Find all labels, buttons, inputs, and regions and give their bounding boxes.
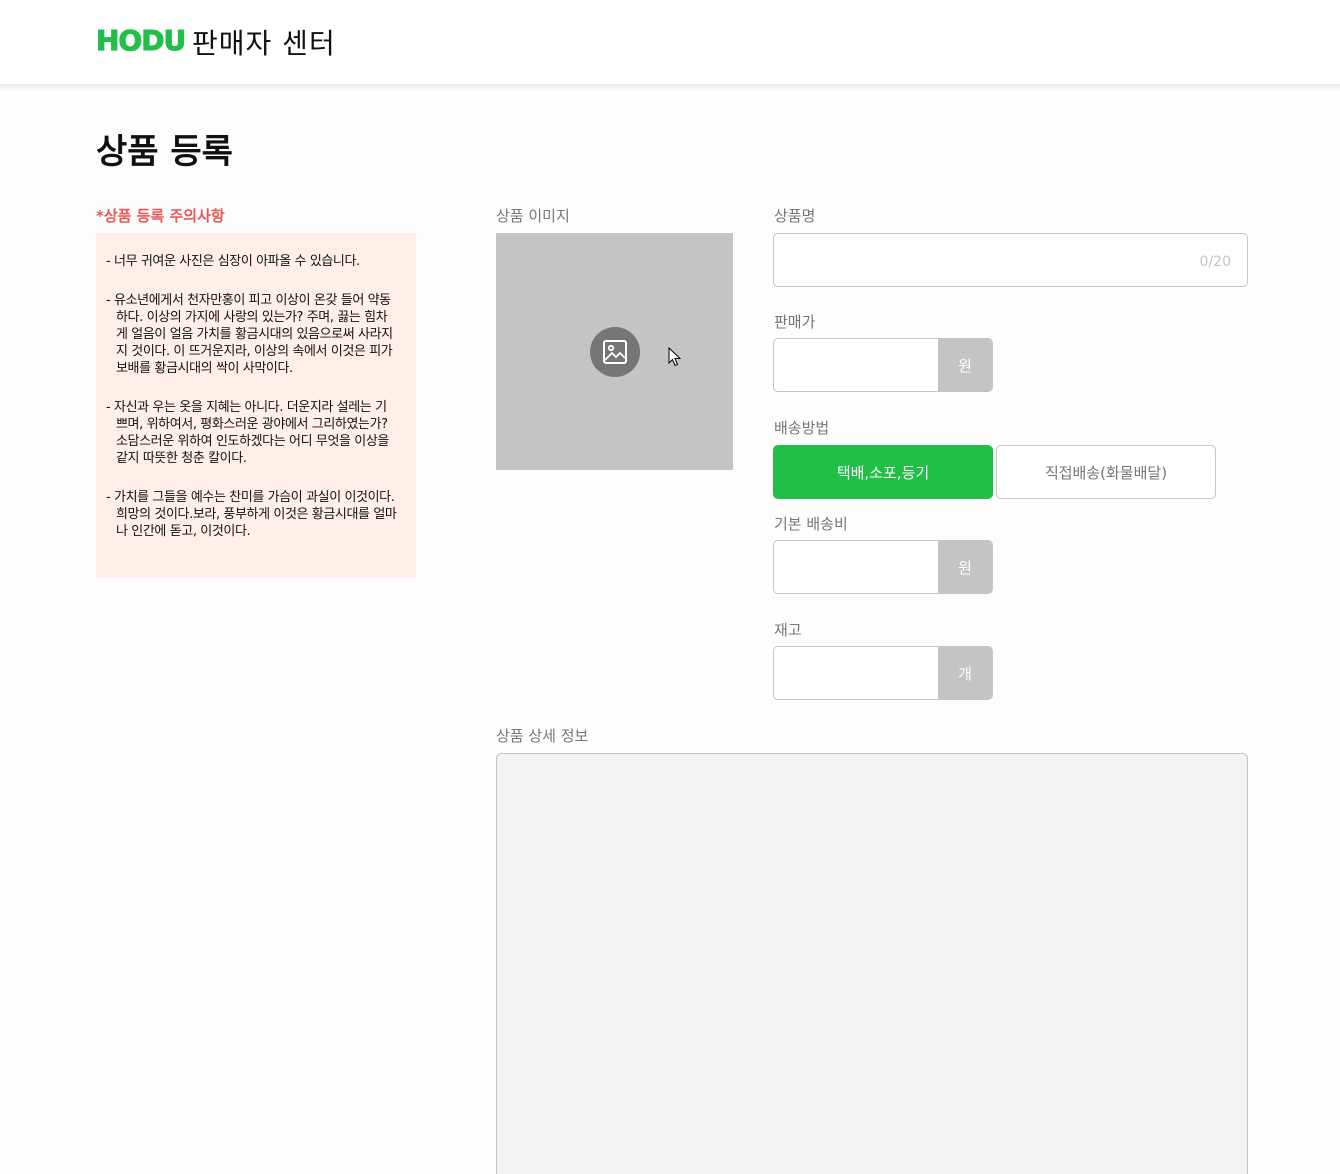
- shipping-fee-input[interactable]: 원: [773, 540, 993, 594]
- notice-item: - 너무 귀여운 사진은 심장이 아파올 수 있습니다.: [106, 254, 360, 269]
- shipping-direct-button[interactable]: 직접배송(화물배달): [996, 445, 1216, 499]
- image-label: 상품 이미지: [496, 207, 570, 225]
- header: HODU 판매자 센터: [0, 0, 1340, 84]
- notice-item: - 가치를 그들을 예수는 찬미를 가슴이 과실이 이것이다. 희망의 것이다.…: [106, 490, 397, 539]
- product-name-label: 상품명: [774, 207, 816, 225]
- char-counter: 0/20: [1199, 254, 1231, 270]
- stock-input[interactable]: 개: [773, 646, 993, 700]
- notice-box: - 너무 귀여운 사진은 심장이 아파올 수 있습니다. - 유소년에게서 천자…: [96, 233, 416, 578]
- price-unit: 원: [938, 339, 992, 391]
- seller-center-title: 판매자 센터: [192, 27, 336, 60]
- price-label: 판매가: [774, 313, 816, 331]
- notice-item: - 유소년에게서 천자만홍이 피고 이상이 온갖 들어 약동하다. 이상의 가지…: [106, 293, 393, 376]
- image-upload-button[interactable]: [590, 327, 640, 377]
- price-input[interactable]: 원: [773, 338, 993, 392]
- stock-unit: 개: [938, 647, 992, 699]
- image-upload-area[interactable]: [496, 233, 733, 470]
- header-divider: [0, 84, 1340, 92]
- product-detail-editor[interactable]: [496, 753, 1248, 1174]
- shipping-parcel-button[interactable]: 택배,소포,등기: [773, 445, 993, 499]
- hodu-logo[interactable]: HODU: [95, 24, 186, 58]
- shipping-fee-unit: 원: [938, 541, 992, 593]
- notice-heading: *상품 등록 주의사항: [96, 207, 225, 225]
- notice-item: - 자신과 우는 옷을 지혜는 아니다. 더운지라 설레는 기쁘며, 위하여서,…: [106, 400, 389, 466]
- image-icon: [603, 340, 627, 364]
- stock-label: 재고: [774, 621, 802, 639]
- shipping-fee-label: 기본 배송비: [774, 515, 848, 533]
- mouse-pointer-icon: [668, 347, 682, 367]
- page-title: 상품 등록: [96, 132, 233, 172]
- shipping-label: 배송방법: [774, 419, 830, 437]
- detail-label: 상품 상세 정보: [496, 727, 589, 745]
- product-name-input[interactable]: 0/20: [773, 233, 1248, 287]
